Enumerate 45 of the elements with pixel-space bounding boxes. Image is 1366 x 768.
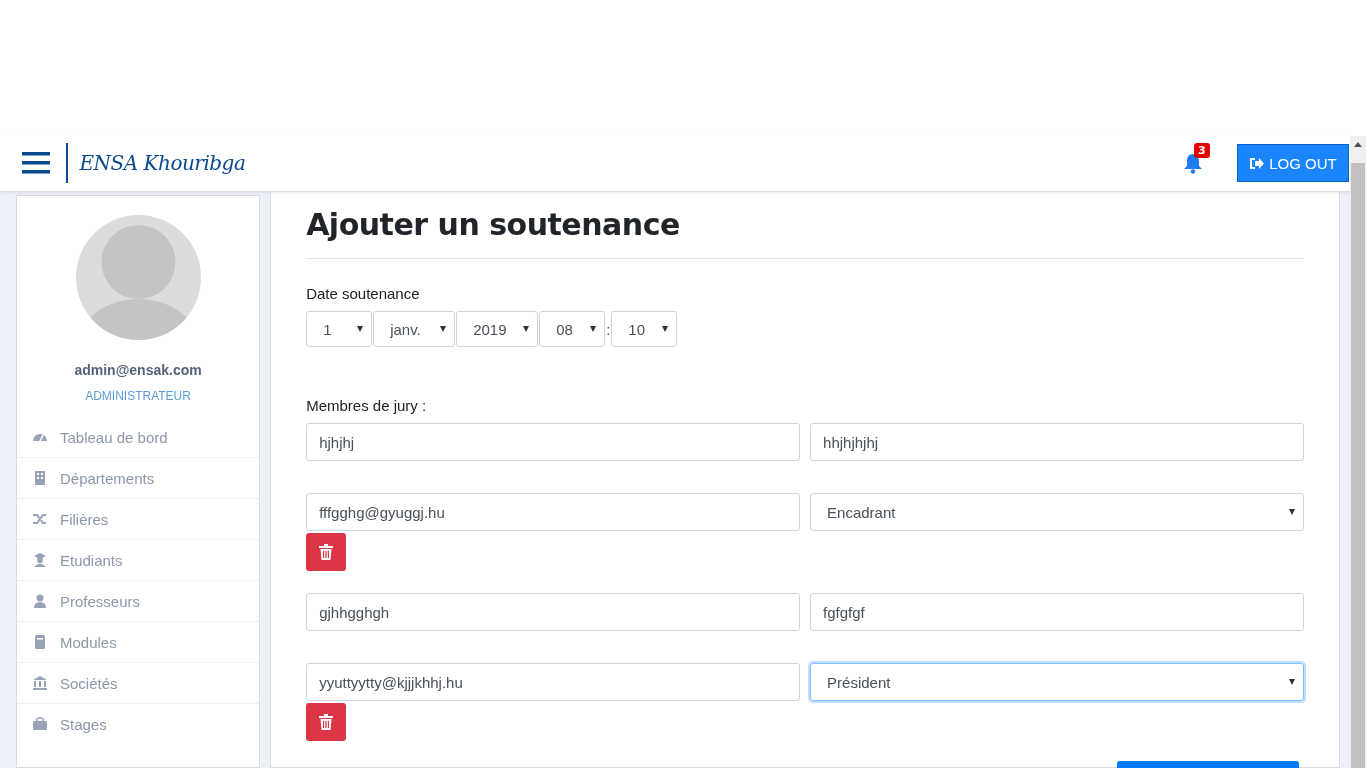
menu-icon[interactable] <box>22 151 50 175</box>
date-select[interactable]: 2019 <box>456 311 539 347</box>
jury-label: Membres de jury : <box>306 397 428 414</box>
surname-field[interactable]: fgfgfgf <box>810 593 1304 631</box>
scrollbar[interactable] <box>1350 136 1366 768</box>
email-field[interactable]: fffgghg@gyuggj.hu <box>306 493 801 531</box>
caret-icon <box>440 326 447 332</box>
trash-icon <box>319 544 334 560</box>
graduate-icon <box>32 552 48 568</box>
user-email: admin@ensak.com <box>74 362 202 378</box>
email-field[interactable]: yyuttyytty@kjjjkhhj.hu <box>306 663 801 701</box>
bank-icon <box>32 675 48 691</box>
logout-icon <box>1249 156 1265 170</box>
delete-button[interactable] <box>306 533 347 571</box>
book-icon <box>32 634 48 650</box>
building-icon <box>32 470 48 486</box>
caret-icon <box>1289 509 1295 515</box>
caret-icon <box>590 326 597 332</box>
trash-icon <box>319 714 334 730</box>
notification-badge: 3 <box>1194 143 1210 158</box>
bell-icon[interactable] <box>1183 152 1203 174</box>
caret-icon <box>523 326 530 332</box>
shuffle-icon <box>32 511 48 527</box>
date-label: Date soutenance <box>306 285 421 302</box>
name-field[interactable]: hjhjhj <box>306 423 801 461</box>
briefcase-icon <box>32 716 48 732</box>
user-icon <box>32 593 48 609</box>
caret-icon <box>662 326 669 332</box>
date-select[interactable]: 1 <box>306 311 373 347</box>
surname-field[interactable]: hhjhjhjhj <box>810 423 1304 461</box>
caret-icon <box>357 326 364 332</box>
logout-button[interactable]: LOG OUT <box>1237 144 1349 182</box>
form-title: Ajouter un soutenance <box>306 206 681 244</box>
time-separator: : <box>606 320 611 338</box>
date-select[interactable]: janv. <box>373 311 456 347</box>
role-select[interactable]: Encadrant <box>810 493 1304 531</box>
user-role: ADMINISTRATEUR <box>85 389 191 403</box>
role-select[interactable]: Président <box>810 663 1304 701</box>
delete-button[interactable] <box>306 703 347 741</box>
caret-icon <box>1289 679 1295 685</box>
name-field[interactable]: gjhhgghgh <box>306 593 801 631</box>
date-select[interactable]: 10 <box>611 311 678 347</box>
date-select[interactable]: 08 <box>539 311 606 347</box>
brand-title[interactable]: ENSA Khouribga <box>79 151 246 175</box>
avatar-icon <box>75 215 201 340</box>
